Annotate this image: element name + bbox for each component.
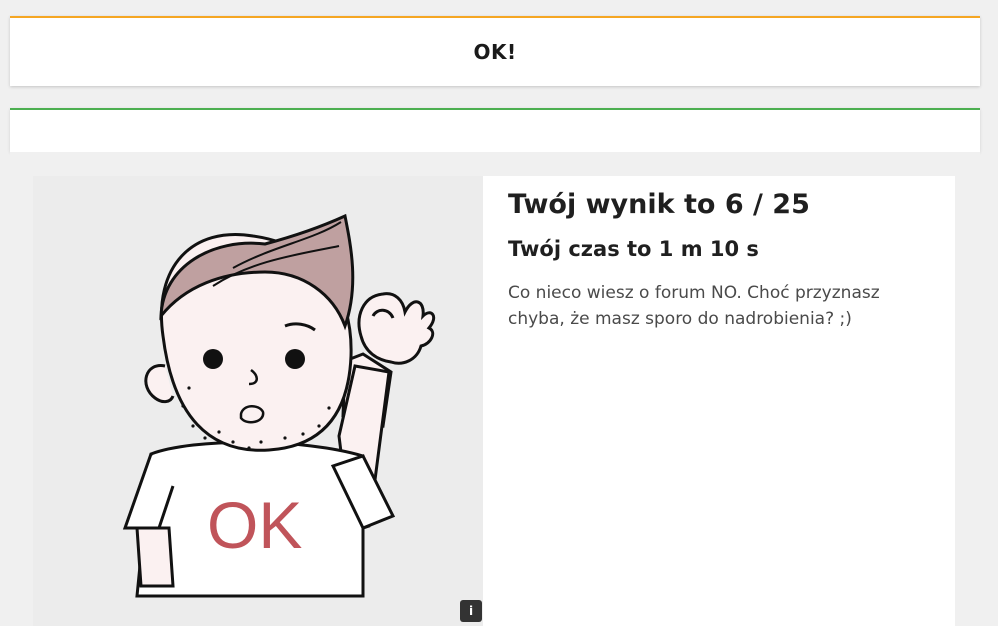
result-text-block: Twój wynik to 6 / 25 Twój czas to 1 m 10…	[508, 186, 938, 332]
quiz-result-header: OK!	[10, 16, 980, 86]
quiz-result-title: OK!	[473, 40, 517, 64]
info-icon[interactable]: i	[460, 600, 482, 622]
progress-bar-card	[10, 108, 980, 152]
result-description: Co nieco wiesz o forum NO. Choć przyznas…	[508, 283, 880, 329]
cartoon-ok-character-icon: OK	[33, 176, 483, 626]
result-illustration: OK i	[33, 176, 483, 626]
shirt-ok-text: OK	[207, 488, 302, 562]
score-heading: Twój wynik to 6 / 25	[508, 189, 810, 220]
result-panel: OK i Twój wynik to 6 / 25 Twój czas to 1…	[10, 152, 980, 626]
result-card: OK i Twój wynik to 6 / 25 Twój czas to 1…	[33, 176, 955, 626]
time-heading: Twój czas to 1 m 10 s	[508, 237, 759, 261]
